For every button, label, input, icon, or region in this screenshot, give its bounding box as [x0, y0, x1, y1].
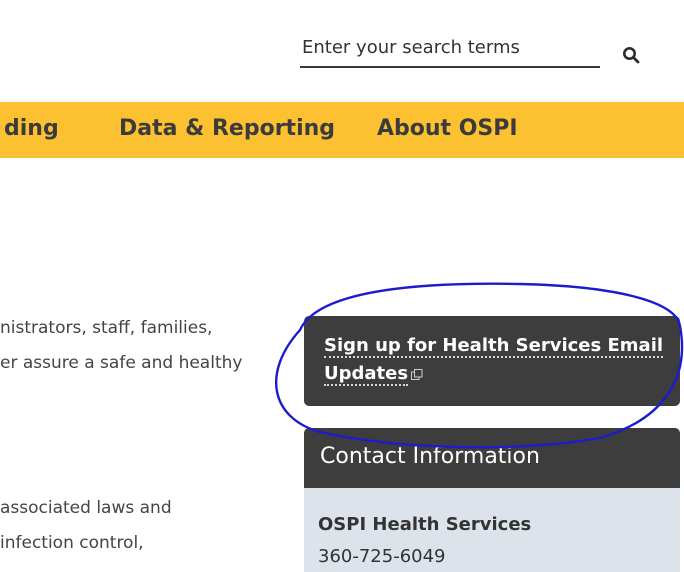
search-icon: [623, 47, 640, 64]
contact-title: Contact Information: [320, 444, 540, 469]
body-text-line: infection control,: [0, 533, 144, 553]
email-signup-link[interactable]: Sign up for Health Services Email Update…: [324, 332, 664, 388]
external-link-icon: [411, 368, 423, 380]
contact-org-name: OSPI Health Services: [318, 514, 532, 535]
page: ding Data & Reporting About OSPI nistrat…: [0, 0, 684, 572]
contact-panel-body: OSPI Health Services 360-725-6049: [304, 488, 680, 572]
contact-phone[interactable]: 360-725-6049: [318, 546, 446, 567]
main-nav: ding Data & Reporting About OSPI: [0, 102, 684, 158]
search-area: [300, 18, 600, 70]
email-signup-panel: Sign up for Health Services Email Update…: [304, 316, 680, 406]
body-text-line: er assure a safe and healthy: [0, 353, 243, 373]
search-button[interactable]: [616, 40, 646, 70]
body-text-line: nistrators, staff, families,: [0, 318, 213, 338]
nav-item-data-reporting[interactable]: Data & Reporting: [119, 116, 335, 141]
contact-panel-header: Contact Information: [304, 428, 680, 488]
signup-link-line1: Sign up for Health Services Email: [324, 335, 664, 358]
nav-item-about-ospi[interactable]: About OSPI: [377, 116, 518, 141]
body-text-line: associated laws and: [0, 498, 172, 518]
search-input[interactable]: [300, 28, 600, 68]
nav-item-funding[interactable]: ding: [4, 116, 59, 141]
signup-link-line2: Updates: [324, 363, 409, 386]
